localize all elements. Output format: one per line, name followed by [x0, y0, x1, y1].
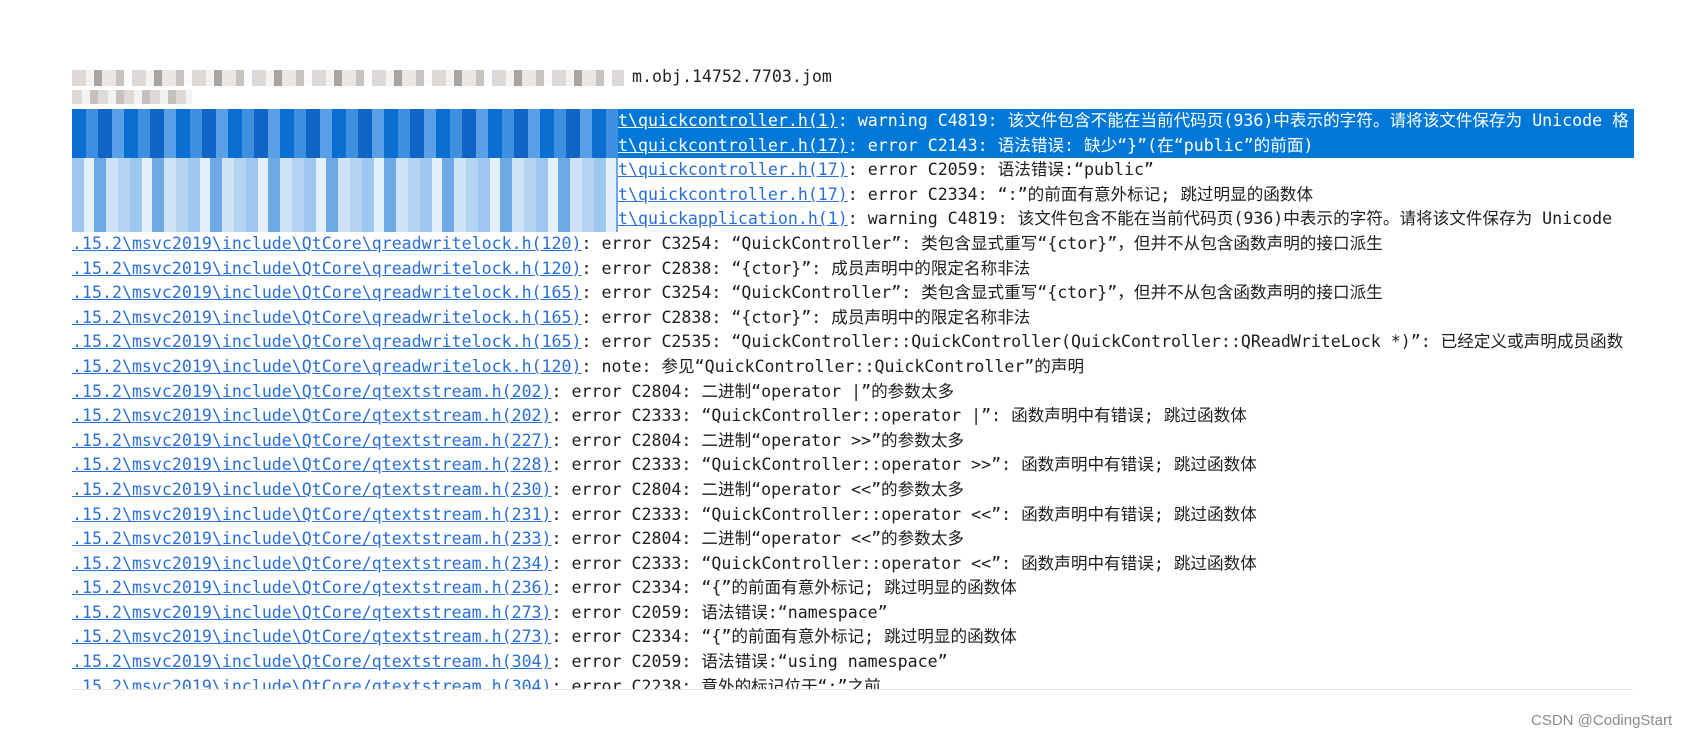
file-link[interactable]: .15.2\msvc2019\include\QtCore/qtextstrea… [72, 455, 552, 474]
log-message: : error C2238: 意外的标记位于“;”之前 [551, 676, 881, 689]
log-message: : error C2535: “QuickController::QuickCo… [581, 332, 1624, 352]
redacted-path [72, 90, 192, 104]
file-link[interactable]: t\quickcontroller.h(17) [618, 185, 848, 204]
file-link[interactable]: .15.2\msvc2019\include\QtCore/qtextstrea… [72, 677, 552, 689]
log-line[interactable]: .15.2\msvc2019\include\QtCore\qreadwrite… [72, 306, 1634, 331]
redacted-path [72, 70, 624, 86]
redacted-path [72, 109, 618, 134]
file-link[interactable]: t\quickapplication.h(1) [618, 209, 848, 228]
log-message: : error C2804: 二进制“operator <<”的参数太多 [551, 479, 965, 499]
log-line[interactable]: .15.2\msvc2019\include\QtCore/qtextstrea… [72, 527, 1634, 552]
log-line[interactable]: .15.2\msvc2019\include\QtCore/qtextstrea… [72, 404, 1634, 429]
log-message: : error C2059: 语法错误:“namespace” [551, 602, 888, 622]
log-message: : error C3254: “QuickController”: 类包含显式重… [581, 283, 1383, 303]
log-line[interactable]: .15.2\msvc2019\include\QtCore/qtextstrea… [72, 503, 1634, 528]
log-message: : error C2143: 语法错误: 缺少“}”(在“public”的前面) [847, 135, 1314, 155]
log-message: : error C3254: “QuickController”: 类包含显式重… [581, 233, 1383, 253]
log-line[interactable]: .15.2\msvc2019\include\QtCore/qtextstrea… [72, 478, 1634, 503]
log-line[interactable]: .15.2\msvc2019\include\QtCore/qtextstrea… [72, 429, 1634, 454]
log-message: : error C2333: “QuickController::operato… [551, 406, 1247, 426]
log-line[interactable]: t\quickcontroller.h(17): error C2334: “:… [72, 182, 1634, 208]
log-message: : error C2804: 二进制“operator <<”的参数太多 [551, 529, 965, 549]
file-link[interactable]: t\quickcontroller.h(17) [618, 136, 848, 155]
file-link[interactable]: .15.2\msvc2019\include\QtCore\qreadwrite… [72, 332, 582, 351]
log-message: : error C2333: “QuickController::operato… [551, 455, 1257, 475]
log-message: : error C2334: “{”的前面有意外标记; 跳过明显的函数体 [551, 578, 1017, 598]
log-line[interactable]: t\quickcontroller.h(1): warning C4819: 该… [72, 109, 1634, 134]
file-link[interactable]: t\quickcontroller.h(1) [618, 111, 838, 130]
file-link[interactable]: .15.2\msvc2019\include\QtCore\qreadwrite… [72, 283, 582, 302]
log-message: : note: 参见“QuickController::QuickControl… [581, 356, 1085, 376]
log-line[interactable]: .15.2\msvc2019\include\QtCore/qtextstrea… [72, 576, 1634, 601]
file-link[interactable]: .15.2\msvc2019\include\QtCore/qtextstrea… [72, 431, 552, 450]
file-link[interactable]: .15.2\msvc2019\include\QtCore/qtextstrea… [72, 603, 552, 622]
log-message: : error C2333: “QuickController::operato… [551, 553, 1257, 573]
log-line[interactable]: .15.2\msvc2019\include\QtCore\qreadwrite… [72, 330, 1634, 355]
build-output-header: m.obj.14752.7703.jom [72, 66, 1052, 104]
divider [72, 689, 1633, 690]
log-line[interactable]: .15.2\msvc2019\include\QtCore\qreadwrite… [72, 355, 1634, 380]
log-line[interactable]: t\quickcontroller.h(17): error C2143: 语法… [72, 133, 1634, 159]
file-link[interactable]: .15.2\msvc2019\include\QtCore\qreadwrite… [72, 308, 582, 327]
redacted-path [72, 133, 618, 159]
file-link[interactable]: .15.2\msvc2019\include\QtCore/qtextstrea… [72, 627, 552, 646]
log-line[interactable]: .15.2\msvc2019\include\QtCore/qtextstrea… [72, 601, 1634, 626]
file-link[interactable]: .15.2\msvc2019\include\QtCore/qtextstrea… [72, 382, 552, 401]
log-line[interactable]: .15.2\msvc2019\include\QtCore\qreadwrite… [72, 281, 1634, 306]
file-link[interactable]: .15.2\msvc2019\include\QtCore/qtextstrea… [72, 529, 552, 548]
log-line[interactable]: .15.2\msvc2019\include\QtCore/qtextstrea… [72, 380, 1634, 405]
log-line[interactable]: .15.2\msvc2019\include\QtCore/qtextstrea… [72, 453, 1634, 478]
file-link[interactable]: .15.2\msvc2019\include\QtCore/qtextstrea… [72, 578, 552, 597]
file-link[interactable]: t\quickcontroller.h(17) [618, 160, 848, 179]
log-message: : error C2059: 语法错误:“using namespace” [551, 652, 948, 672]
file-link[interactable]: .15.2\msvc2019\include\QtCore/qtextstrea… [72, 480, 552, 499]
log-line[interactable]: .15.2\msvc2019\include\QtCore/qtextstrea… [72, 650, 1634, 675]
log-message: : error C2804: 二进制“operator >>”的参数太多 [551, 430, 965, 450]
redacted-path [72, 182, 618, 208]
log-line[interactable]: .15.2\msvc2019\include\QtCore/qtextstrea… [72, 675, 1634, 689]
file-link[interactable]: .15.2\msvc2019\include\QtCore\qreadwrite… [72, 357, 582, 376]
build-output-log[interactable]: t\quickcontroller.h(1): warning C4819: 该… [72, 109, 1634, 689]
log-message: : error C2333: “QuickController::operato… [551, 504, 1257, 524]
log-message: : error C2334: “:”的前面有意外标记; 跳过明显的函数体 [847, 184, 1314, 204]
file-link[interactable]: .15.2\msvc2019\include\QtCore\qreadwrite… [72, 259, 582, 278]
log-line[interactable]: .15.2\msvc2019\include\QtCore\qreadwrite… [72, 232, 1634, 257]
file-link[interactable]: .15.2\msvc2019\include\QtCore/qtextstrea… [72, 652, 552, 671]
log-message: : error C2838: “{ctor}”: 成员声明中的限定名称非法 [581, 258, 1031, 278]
watermark: CSDN @CodingStart [1531, 712, 1673, 729]
log-line[interactable]: t\quickcontroller.h(17): error C2059: 语法… [72, 158, 1634, 183]
log-line[interactable]: .15.2\msvc2019\include\QtCore/qtextstrea… [72, 625, 1634, 650]
log-message: : error C2059: 语法错误:“public” [847, 160, 1154, 180]
file-link[interactable]: .15.2\msvc2019\include\QtCore/qtextstrea… [72, 505, 552, 524]
header-text: m.obj.14752.7703.jom [632, 67, 832, 86]
file-link[interactable]: .15.2\msvc2019\include\QtCore\qreadwrite… [72, 234, 582, 253]
log-message: : error C2804: 二进制“operator |”的参数太多 [551, 381, 955, 401]
log-message: : error C2334: “{”的前面有意外标记; 跳过明显的函数体 [551, 627, 1017, 647]
log-message: : warning C4819: 该文件包含不能在当前代码页(936)中表示的字… [847, 209, 1613, 229]
file-link[interactable]: .15.2\msvc2019\include\QtCore/qtextstrea… [72, 406, 552, 425]
log-message: : warning C4819: 该文件包含不能在当前代码页(936)中表示的字… [837, 111, 1629, 130]
redacted-path [72, 158, 618, 183]
log-line[interactable]: .15.2\msvc2019\include\QtCore/qtextstrea… [72, 552, 1634, 577]
log-line[interactable]: t\quickapplication.h(1): warning C4819: … [72, 207, 1634, 232]
file-link[interactable]: .15.2\msvc2019\include\QtCore/qtextstrea… [72, 554, 552, 573]
redacted-path [72, 207, 618, 232]
log-line[interactable]: .15.2\msvc2019\include\QtCore\qreadwrite… [72, 257, 1634, 282]
log-message: : error C2838: “{ctor}”: 成员声明中的限定名称非法 [581, 307, 1031, 327]
